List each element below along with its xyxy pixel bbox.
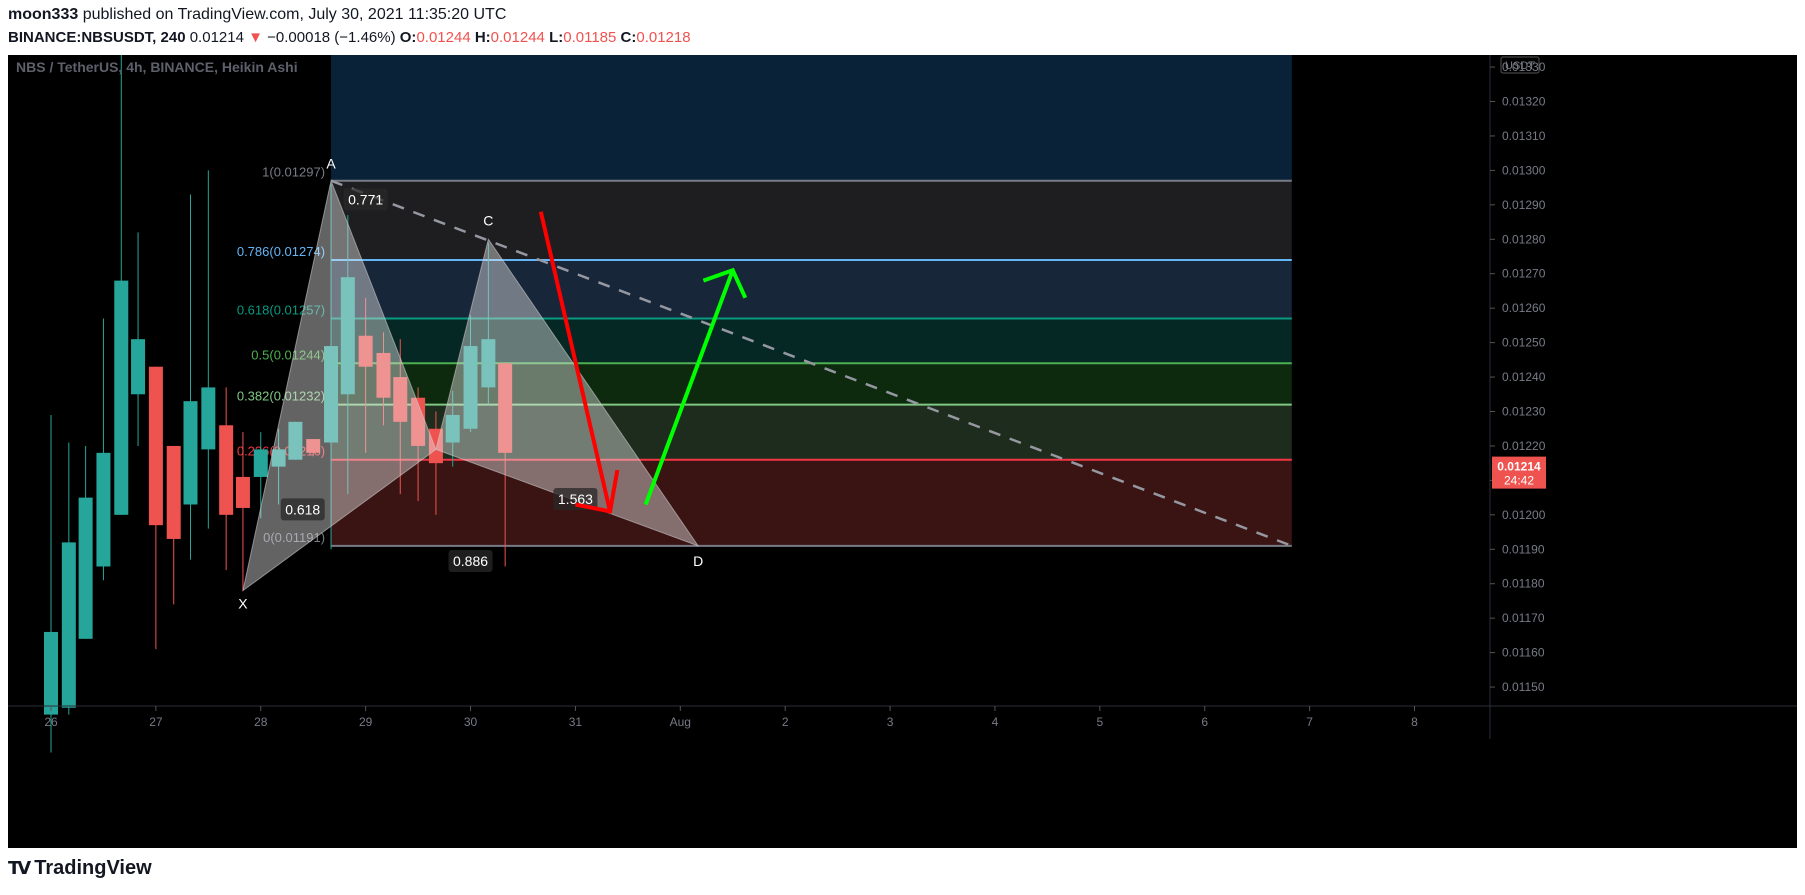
price-axis-label: 0.01280 (1502, 232, 1546, 246)
price-axis-label: 0.01320 (1502, 95, 1546, 109)
candle-body (44, 631, 59, 715)
close-value: 0.01218 (636, 29, 691, 46)
candle-body (78, 497, 93, 639)
time-axis-label: 26 (44, 715, 58, 729)
symbol-name[interactable]: BINANCE:NBSUSDT, 240 (8, 29, 186, 46)
currency-label: USDT (1505, 60, 1535, 72)
price-axis-label: 0.01220 (1502, 439, 1546, 453)
down-arrow-icon: ▼ (248, 29, 263, 46)
time-axis-label: 28 (254, 715, 268, 729)
low-label: L: (549, 29, 564, 46)
open-value: 0.01244 (416, 29, 471, 46)
price-axis-label: 0.01260 (1502, 301, 1546, 315)
ratio-label: 0.886 (453, 553, 488, 569)
symbol-info: BINANCE:NBSUSDT, 240 0.01214 ▼ −0.00018 … (8, 29, 691, 46)
price-axis-label: 0.01300 (1502, 163, 1546, 177)
time-axis-label: 5 (1096, 715, 1103, 729)
time-axis-label: 2 (782, 715, 789, 729)
countdown-label: 24:42 (1504, 474, 1534, 488)
fib-zone (331, 180, 1292, 260)
candle-body (166, 445, 181, 539)
open-label: O: (399, 29, 417, 46)
candle-body (131, 339, 146, 395)
price-axis-label: 0.01180 (1502, 577, 1545, 591)
price-axis-label: 0.01230 (1502, 405, 1546, 419)
candle-body (148, 366, 163, 526)
low-value: 0.01185 (563, 29, 617, 46)
candle-body (253, 449, 268, 477)
author-name[interactable]: moon333 (8, 6, 78, 23)
price-axis-label: 0.01200 (1502, 508, 1546, 522)
price-axis-label: 0.01150 (1502, 680, 1545, 694)
footer-brand: 𝗧𝗩 TradingView (8, 857, 152, 880)
pattern-point-label: C (483, 212, 493, 228)
price-change: −0.00018 (−1.46%) (267, 29, 396, 46)
fib-level-label: 1(0.01297) (262, 165, 325, 180)
chart-title: NBS / TetherUS, 4h, BINANCE, Heikin Ashi (16, 59, 298, 75)
time-axis-label: 3 (887, 715, 894, 729)
price-axis-label: 0.01310 (1502, 129, 1546, 143)
tradingview-logo-icon: 𝗧𝗩 (8, 858, 31, 878)
price-axis-label: 0.01170 (1502, 611, 1545, 625)
brand-name[interactable]: TradingView (34, 857, 151, 880)
fib-zone-top (331, 55, 1292, 181)
pattern-point-label: A (326, 156, 336, 172)
time-axis-label: 27 (149, 715, 163, 729)
candle-body (114, 280, 129, 515)
last-price: 0.01214 (189, 29, 244, 46)
current-price-label: 0.01214 (1497, 460, 1541, 474)
time-axis-label: 4 (992, 715, 999, 729)
price-chart[interactable]: 1(0.01297)0.786(0.01274)0.618(0.01257)0.… (8, 55, 1797, 848)
publish-info: moon333 published on TradingView.com, Ju… (8, 6, 506, 24)
price-axis-label: 0.01190 (1502, 542, 1545, 556)
time-axis-label: 8 (1411, 715, 1418, 729)
high-label: H: (474, 29, 491, 46)
price-axis-label: 0.01240 (1502, 370, 1546, 384)
candle-body (219, 425, 234, 515)
price-axis-label: 0.01290 (1502, 198, 1546, 212)
candle-body (235, 476, 250, 508)
fib-zone (331, 459, 1292, 546)
high-value: 0.01244 (490, 29, 545, 46)
candle-body (61, 542, 76, 708)
time-axis-label: 29 (359, 715, 373, 729)
pattern-point-label: D (693, 553, 703, 569)
time-axis-label: Aug (670, 715, 691, 729)
price-axis-label: 0.01250 (1502, 336, 1546, 350)
price-axis-label: 0.01160 (1502, 646, 1545, 660)
published-text: published on TradingView.com, July 30, 2… (82, 6, 507, 23)
candle-body (96, 452, 111, 567)
ratio-label: 0.771 (348, 191, 383, 207)
time-axis-label: 31 (569, 715, 583, 729)
fib-level-label: 0.786(0.01274) (237, 244, 325, 259)
close-label: C: (620, 29, 637, 46)
price-axis-label: 0.01270 (1502, 267, 1546, 281)
time-axis-label: 6 (1201, 715, 1208, 729)
time-axis-label: 30 (464, 715, 478, 729)
candle-body (183, 401, 198, 505)
ratio-label: 0.618 (285, 501, 320, 517)
time-axis-label: 7 (1306, 715, 1313, 729)
candle-body (201, 387, 216, 450)
pattern-point-label: X (238, 596, 248, 612)
